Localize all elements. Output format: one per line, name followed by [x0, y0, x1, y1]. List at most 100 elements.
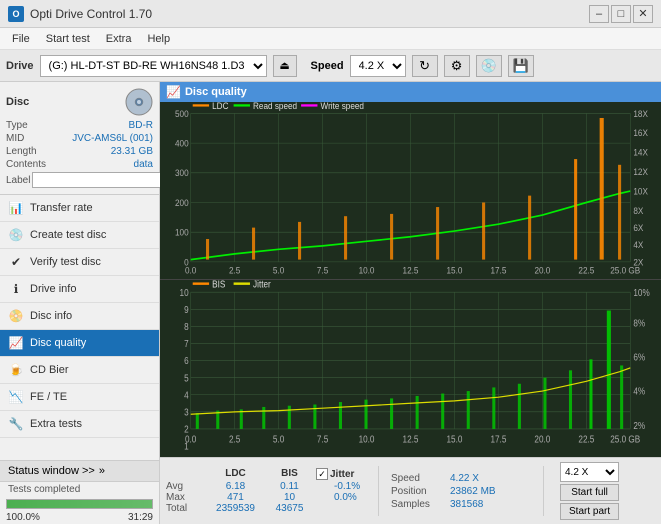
svg-text:7: 7 — [184, 338, 189, 349]
drive-label: Drive — [6, 60, 34, 72]
jitter-checkbox[interactable]: ✓ — [316, 468, 328, 480]
svg-text:15.0: 15.0 — [447, 434, 463, 445]
speed-select-stats[interactable]: 4.2 X — [560, 462, 619, 482]
chevron-right-icon: » — [99, 465, 105, 477]
chart2: 10 9 8 7 6 5 4 3 2 1 10% 8% 6% 4% 2% — [160, 280, 661, 457]
label-input[interactable] — [32, 172, 170, 188]
stats-bar: LDC BIS ✓ Jitter Avg 6.18 0.11 -0.1% — [160, 457, 661, 524]
divider1 — [378, 466, 379, 516]
save-button[interactable]: 💾 — [508, 55, 534, 77]
extra-tests-icon: 🔧 — [8, 416, 24, 432]
ldc-col-header: LDC — [208, 468, 263, 480]
svg-text:22.5: 22.5 — [578, 434, 594, 445]
start-full-button[interactable]: Start full — [560, 484, 619, 501]
nav-label-fe-te: FE / TE — [30, 391, 67, 403]
nav-label-transfer-rate: Transfer rate — [30, 202, 93, 214]
svg-text:18X: 18X — [633, 108, 648, 119]
quality-header: 📈 Disc quality — [160, 82, 661, 102]
disc-button[interactable]: 💿 — [476, 55, 502, 77]
total-bis: 43675 — [267, 503, 312, 514]
svg-text:3: 3 — [184, 407, 189, 418]
sidebar-item-extra-tests[interactable]: 🔧 Extra tests — [0, 411, 159, 438]
samples-label: Samples — [391, 499, 446, 510]
sidebar-item-disc-quality[interactable]: 📈 Disc quality — [0, 330, 159, 357]
svg-text:300: 300 — [175, 168, 189, 179]
svg-text:100: 100 — [175, 227, 189, 238]
svg-text:Read speed: Read speed — [253, 102, 297, 111]
bis-col-header: BIS — [267, 468, 312, 480]
window-controls: – □ ✕ — [589, 5, 653, 23]
svg-text:Jitter: Jitter — [253, 280, 271, 289]
position-val: 23862 MB — [450, 486, 496, 497]
minimize-button[interactable]: – — [589, 5, 609, 23]
disc-label-row: Label 🔍 — [6, 172, 153, 188]
close-button[interactable]: ✕ — [633, 5, 653, 23]
status-window-button[interactable]: Status window >> » — [0, 461, 159, 482]
svg-text:5: 5 — [184, 373, 189, 384]
svg-text:10%: 10% — [633, 287, 649, 298]
nav-label-verify-test-disc: Verify test disc — [30, 256, 101, 268]
svg-text:14X: 14X — [633, 147, 648, 158]
sidebar-item-verify-test-disc[interactable]: ✔ Verify test disc — [0, 249, 159, 276]
speed-select[interactable]: 4.2 X — [350, 55, 406, 77]
menu-start-test[interactable]: Start test — [38, 31, 98, 47]
sidebar-item-disc-info[interactable]: 📀 Disc info — [0, 303, 159, 330]
svg-text:4%: 4% — [633, 386, 645, 397]
progress-bar — [6, 499, 153, 509]
sidebar-item-transfer-rate[interactable]: 📊 Transfer rate — [0, 195, 159, 222]
svg-text:500: 500 — [175, 108, 189, 119]
sidebar-item-create-test-disc[interactable]: 💿 Create test disc — [0, 222, 159, 249]
maximize-button[interactable]: □ — [611, 5, 631, 23]
menu-file[interactable]: File — [4, 31, 38, 47]
max-ldc: 471 — [208, 492, 263, 503]
disc-icon — [125, 88, 153, 116]
disc-quality-icon: 📈 — [8, 335, 24, 351]
disc-length-row: Length 23.31 GB — [6, 146, 153, 157]
disc-type-row: Type BD-R — [6, 120, 153, 131]
menu-help[interactable]: Help — [139, 31, 178, 47]
svg-text:7.5: 7.5 — [317, 265, 329, 276]
progress-row: 100.0% 31:29 — [0, 511, 159, 524]
svg-text:22.5: 22.5 — [578, 265, 594, 276]
avg-bis: 0.11 — [267, 481, 312, 492]
svg-text:2.5: 2.5 — [229, 434, 240, 445]
svg-text:6X: 6X — [633, 223, 643, 234]
nav-label-cd-bier: CD Bier — [30, 364, 69, 376]
svg-text:LDC: LDC — [212, 102, 228, 111]
menu-extra[interactable]: Extra — [98, 31, 140, 47]
svg-text:12.5: 12.5 — [403, 434, 419, 445]
avg-ldc: 6.18 — [208, 481, 263, 492]
chart1: 500 400 300 200 100 0 18X 16X 14X 12X 10… — [160, 102, 661, 280]
total-ldc: 2359539 — [208, 503, 263, 514]
svg-text:2%: 2% — [633, 420, 645, 431]
svg-text:7.5: 7.5 — [317, 434, 328, 445]
charts-container: 500 400 300 200 100 0 18X 16X 14X 12X 10… — [160, 102, 661, 457]
app-title: Opti Drive Control 1.70 — [30, 7, 152, 21]
disc-mid-row: MID JVC-AMS6L (001) — [6, 133, 153, 144]
svg-text:2.5: 2.5 — [229, 265, 241, 276]
cd-bier-icon: 🍺 — [8, 362, 24, 378]
sidebar-item-cd-bier[interactable]: 🍺 CD Bier — [0, 357, 159, 384]
drive-info-icon: ℹ — [8, 281, 24, 297]
max-label: Max — [166, 492, 204, 503]
stats-main: LDC BIS ✓ Jitter Avg 6.18 0.11 -0.1% — [166, 460, 655, 522]
drive-select[interactable]: (G:) HL-DT-ST BD-RE WH16NS48 1.D3 — [40, 55, 267, 77]
svg-text:8: 8 — [184, 321, 189, 332]
sidebar-item-fe-te[interactable]: 📉 FE / TE — [0, 384, 159, 411]
disc-contents-row: Contents data — [6, 159, 153, 170]
svg-text:400: 400 — [175, 138, 189, 149]
svg-text:17.5: 17.5 — [490, 434, 506, 445]
fe-te-icon: 📉 — [8, 389, 24, 405]
nav-label-extra-tests: Extra tests — [30, 418, 82, 430]
progress-time: 31:29 — [128, 512, 153, 523]
sidebar-item-drive-info[interactable]: ℹ Drive info — [0, 276, 159, 303]
eject-button[interactable]: ⏏ — [273, 55, 297, 77]
start-part-button[interactable]: Start part — [560, 503, 619, 520]
disc-title: Disc — [6, 96, 29, 108]
svg-text:4X: 4X — [633, 240, 643, 251]
drivebar: Drive (G:) HL-DT-ST BD-RE WH16NS48 1.D3 … — [0, 50, 661, 82]
refresh-button[interactable]: ↻ — [412, 55, 438, 77]
nav-label-disc-info: Disc info — [30, 310, 72, 322]
svg-text:200: 200 — [175, 197, 189, 208]
settings-button[interactable]: ⚙ — [444, 55, 470, 77]
